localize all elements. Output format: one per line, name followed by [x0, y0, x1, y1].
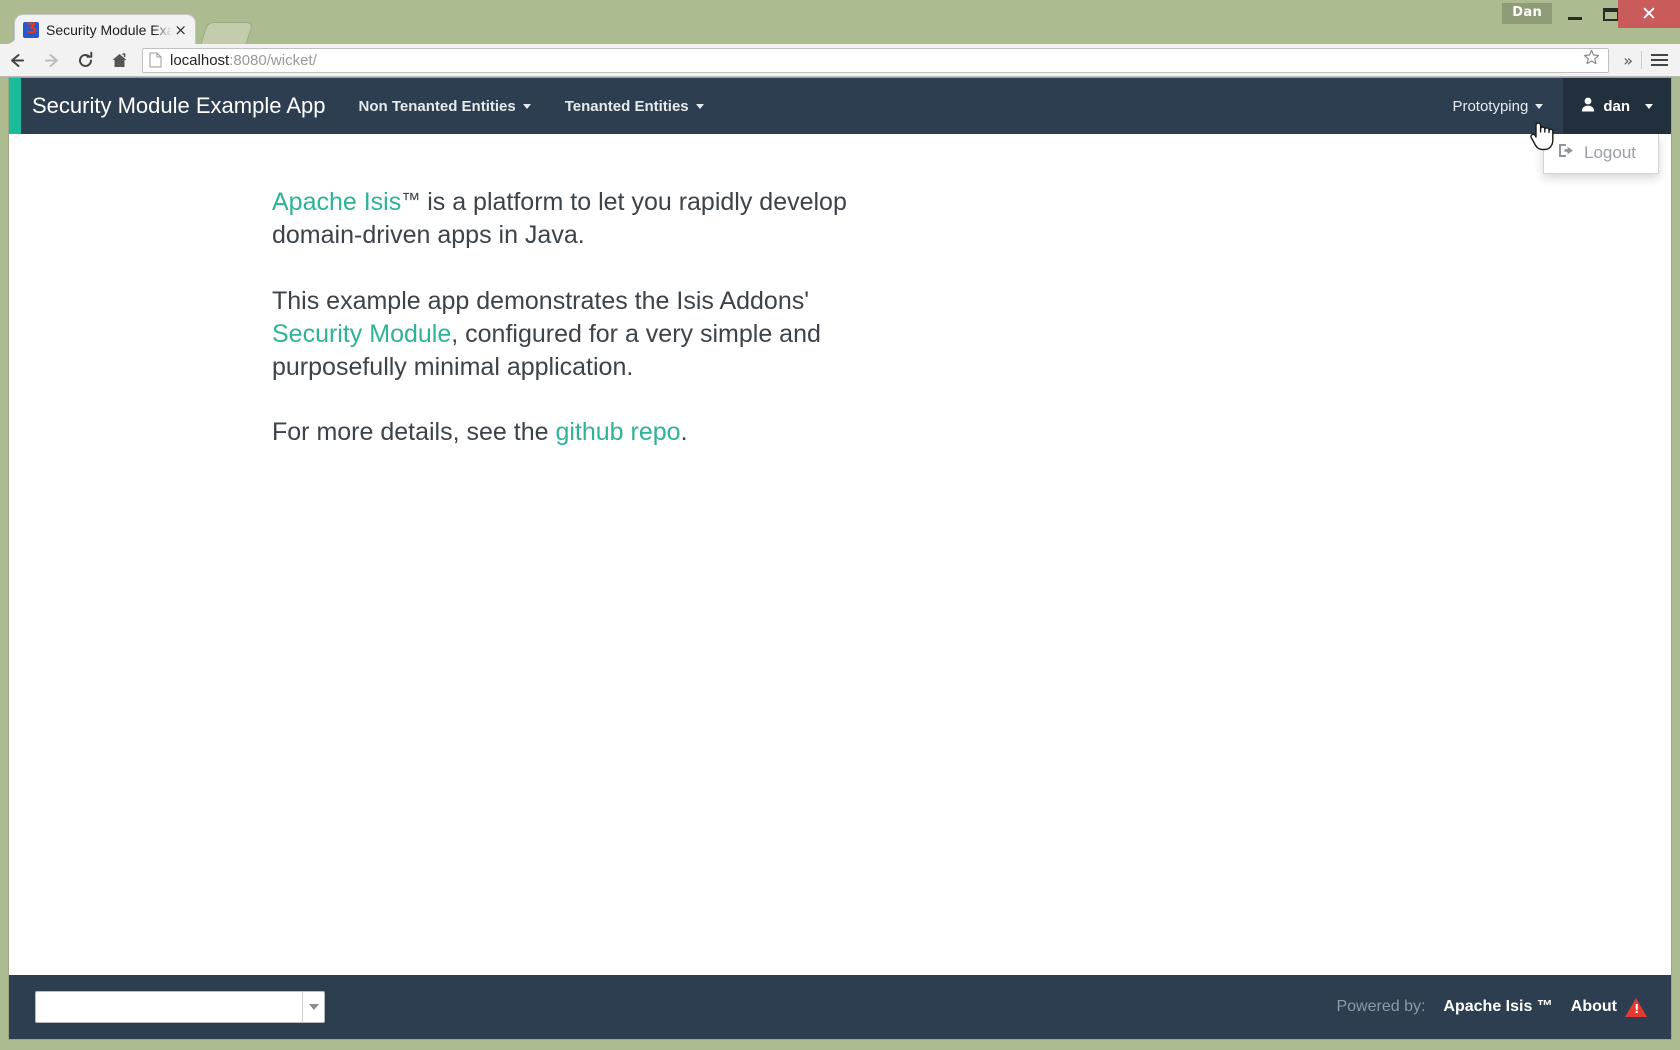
browser-menu-icon[interactable] [1644, 44, 1674, 77]
home-icon [110, 51, 129, 70]
nav-item-non-tenanted-entities[interactable]: Non Tenanted Entities [342, 78, 548, 134]
nav-item-tenanted-entities[interactable]: Tenanted Entities [548, 78, 721, 134]
intro-text-3b: . [680, 418, 688, 447]
content-container: Apache Isis™ is a platform to let you ra… [9, 134, 889, 450]
intro-paragraph-1: Apache Isis™ is a platform to let you ra… [272, 186, 889, 253]
security-module-link[interactable]: Security Module [272, 320, 451, 348]
toolbar-overflow-icon[interactable]: » [1617, 51, 1639, 70]
home-button[interactable] [102, 44, 136, 77]
user-menu-button[interactable]: dan [1563, 78, 1671, 134]
apache-isis-footer-link[interactable]: Apache Isis ™ [1443, 998, 1552, 1016]
url-host: localhost [170, 51, 230, 69]
powered-by-label: Powered by: [1336, 998, 1426, 1015]
url-path: :8080/wicket/ [229, 51, 317, 69]
menu-item-logout[interactable]: Logout [1544, 140, 1658, 166]
back-button[interactable] [0, 44, 34, 77]
logout-icon [1558, 143, 1575, 163]
brand-accent-bar [9, 78, 21, 134]
back-arrow-icon [8, 51, 27, 70]
chevron-down-icon [522, 103, 531, 109]
browser-tab-title: Security Module Exa [46, 21, 173, 38]
intro-text-3a: For more details, see the [272, 418, 556, 447]
address-bar[interactable]: localhost:8080/wicket/ [142, 47, 1610, 73]
theme-select[interactable] [35, 991, 325, 1023]
page-document-icon [149, 52, 162, 68]
chevron-down-icon[interactable] [302, 992, 324, 1022]
forward-button[interactable] [34, 44, 68, 77]
tab-strip: Security Module Exa × [0, 14, 1680, 45]
nav-item-label: Tenanted Entities [564, 97, 689, 115]
warning-icon [1625, 997, 1647, 1017]
menu-item-label: Logout [1584, 143, 1636, 162]
intro-paragraph-2: This example app demonstrates the Isis A… [272, 285, 889, 385]
chevron-down-icon [695, 103, 704, 109]
reload-icon [76, 51, 95, 70]
chevron-down-icon [1535, 103, 1544, 109]
toolbar-divider [1641, 51, 1642, 69]
nav-item-label: Non Tenanted Entities [358, 97, 516, 115]
new-tab-button[interactable] [200, 22, 254, 44]
navbar-right-group: Prototyping dan [1435, 78, 1671, 134]
user-menu-label: dan [1603, 97, 1630, 115]
browser-tab[interactable]: Security Module Exa × [6, 14, 196, 45]
person-icon [1581, 97, 1595, 116]
address-bar-url[interactable]: localhost:8080/wicket/ [170, 52, 1583, 69]
browser-window: Dan ✕ Security Module Exa × [0, 0, 1680, 1050]
page-viewport: Security Module Example App Non Tenanted… [8, 77, 1672, 1040]
forward-arrow-icon [42, 51, 61, 70]
intro-text-2a: This example app demonstrates the Isis A… [272, 286, 810, 315]
select-arrow-glyph [308, 1004, 319, 1010]
isis-favicon [23, 21, 39, 38]
bookmark-star-icon[interactable] [1583, 49, 1602, 71]
github-repo-link[interactable]: github repo [555, 418, 680, 446]
menu-line [1650, 64, 1668, 66]
app-brand[interactable]: Security Module Example App [22, 93, 342, 119]
toolbar-right-group: » [1617, 44, 1680, 77]
app-footer: Powered by: Apache Isis ™ About [9, 975, 1671, 1039]
menu-line [1650, 54, 1668, 56]
nav-item-prototyping[interactable]: Prototyping [1435, 78, 1563, 134]
intro-paragraph-3: For more details, see the github repo. [272, 416, 889, 449]
main-content: Apache Isis™ is a platform to let you ra… [9, 134, 1671, 975]
tab-close-icon[interactable]: × [172, 22, 189, 37]
footer-right-group: Powered by: Apache Isis ™ About [1336, 997, 1647, 1017]
about-link[interactable]: About [1571, 998, 1617, 1016]
nav-item-label: Prototyping [1452, 97, 1529, 115]
apache-isis-link[interactable]: Apache Isis [272, 188, 401, 216]
browser-toolbar: localhost:8080/wicket/ » [0, 44, 1680, 77]
chevron-down-icon [1645, 103, 1653, 109]
reload-button[interactable] [68, 44, 102, 77]
app-navbar: Security Module Example App Non Tenanted… [9, 78, 1671, 174]
menu-line [1650, 59, 1668, 61]
trademark-symbol: ™ [401, 190, 421, 211]
user-dropdown-menu: Logout [1543, 134, 1659, 174]
